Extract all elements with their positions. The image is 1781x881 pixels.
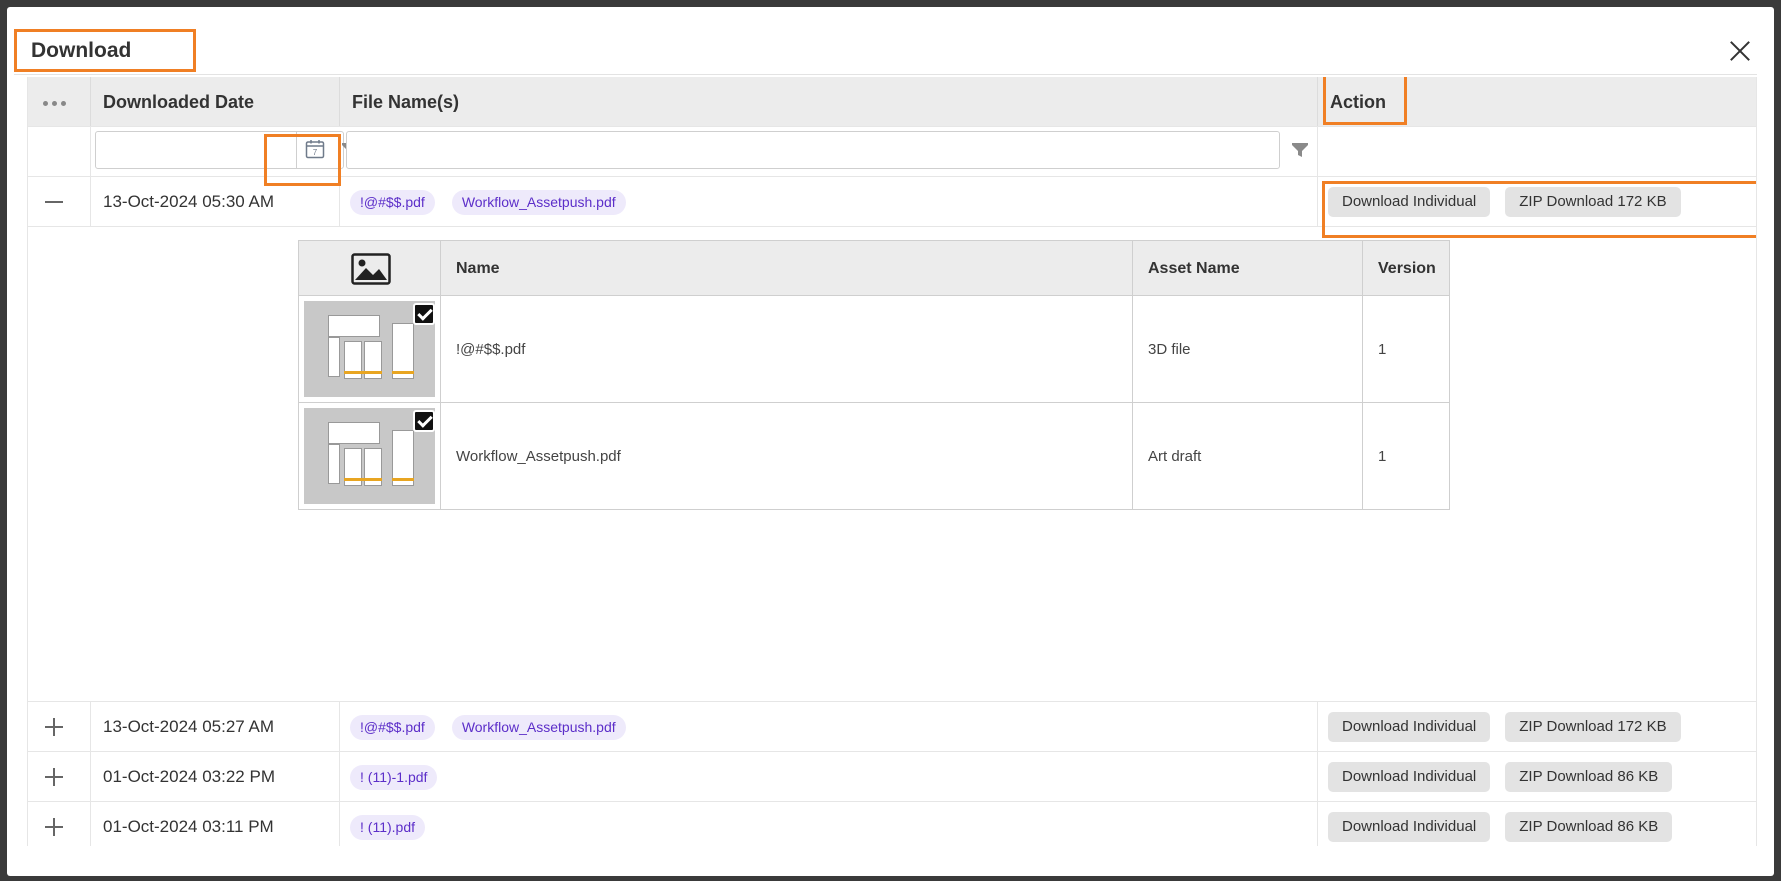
expand-icon[interactable] — [45, 818, 63, 836]
file-chip[interactable]: !@#$$.pdf — [350, 190, 435, 215]
downloaded-date: 13-Oct-2024 05:27 AM — [91, 702, 340, 751]
dialog-title: Download History — [14, 29, 196, 99]
column-header-downloaded-date[interactable]: Downloaded Date — [91, 77, 340, 126]
file-chip[interactable]: ! (11)-1.pdf — [350, 765, 438, 790]
detail-header-asset-name: Asset Name — [1133, 241, 1363, 295]
expand-icon[interactable] — [45, 768, 63, 786]
collapse-icon[interactable] — [45, 193, 63, 211]
close-icon[interactable] — [1730, 41, 1750, 61]
file-chip[interactable]: Workflow_Assetpush.pdf — [451, 190, 626, 215]
file-names: ! (11).pdf — [340, 802, 1318, 846]
column-menu[interactable] — [28, 77, 91, 126]
action-filter-cell — [1318, 127, 1756, 176]
asset-name: Art draft — [1133, 403, 1363, 510]
column-header-action: Action — [1318, 77, 1756, 126]
column-header-action-label: Action — [1330, 92, 1386, 112]
file-chip[interactable]: ! (11).pdf — [350, 815, 425, 840]
asset-name: 3D file — [1133, 296, 1363, 402]
download-individual-button[interactable]: Download Individual — [1328, 187, 1491, 217]
detail-row: Workflow_Assetpush.pdf Art draft 1 — [299, 403, 1449, 510]
detail-header-row: Name Asset Name Version — [299, 241, 1449, 296]
file-names: ! (11)-1.pdf — [340, 752, 1318, 801]
more-options-icon[interactable] — [43, 101, 66, 106]
asset-version: 1 — [1378, 341, 1387, 358]
expand-icon[interactable] — [45, 718, 63, 736]
file-name-filter-funnel-icon[interactable] — [1291, 141, 1309, 159]
file-name-filter-input[interactable] — [346, 131, 1280, 169]
file-chip[interactable]: !@#$$.pdf — [350, 715, 435, 740]
asset-version: 1 — [1378, 448, 1387, 465]
download-history-grid: Downloaded Date File Name(s) Action 7 13… — [27, 77, 1757, 846]
column-header-file-names[interactable]: File Name(s) — [340, 77, 1318, 126]
row-toggle-cell — [28, 177, 91, 226]
download-individual-button[interactable]: Download Individual — [1328, 712, 1491, 742]
calendar-separator — [296, 131, 297, 169]
table-row: 01-Oct-2024 03:11 PM ! (11).pdf Download… — [28, 802, 1756, 846]
row-actions: Download Individual ZIP Download 86 KB — [1318, 752, 1756, 801]
zip-download-button[interactable]: ZIP Download 86 KB — [1505, 812, 1673, 842]
name-filter-cell — [340, 127, 1318, 176]
zip-download-button[interactable]: ZIP Download 172 KB — [1505, 712, 1681, 742]
downloaded-date: 01-Oct-2024 03:11 PM — [91, 802, 340, 846]
row-actions: Download Individual ZIP Download 172 KB — [1318, 177, 1756, 226]
grid-header-row: Downloaded Date File Name(s) Action — [28, 77, 1756, 127]
row-actions: Download Individual ZIP Download 86 KB — [1318, 802, 1756, 846]
row-toggle-cell — [28, 702, 91, 751]
download-individual-button[interactable]: Download Individual — [1328, 812, 1491, 842]
file-names: !@#$$.pdf Workflow_Assetpush.pdf — [340, 702, 1318, 751]
select-checkbox[interactable] — [413, 303, 435, 325]
file-names: !@#$$.pdf Workflow_Assetpush.pdf — [340, 177, 1318, 226]
asset-thumbnail — [304, 408, 435, 504]
svg-text:7: 7 — [313, 148, 318, 157]
thumbnail-cell — [299, 296, 441, 402]
zip-download-button[interactable]: ZIP Download 86 KB — [1505, 762, 1673, 792]
row-detail-panel: Name Asset Name Version !@#$$.pdf 3D fil… — [28, 226, 1756, 702]
table-row: 01-Oct-2024 03:22 PM ! (11)-1.pdf Downlo… — [28, 752, 1756, 802]
calendar-icon[interactable]: 7 — [305, 139, 325, 159]
download-individual-button[interactable]: Download Individual — [1328, 762, 1491, 792]
asset-thumbnail — [304, 301, 435, 397]
detail-header-version: Version — [1378, 260, 1436, 277]
header-divider — [14, 74, 1757, 75]
row-toggle-cell — [28, 752, 91, 801]
downloaded-date: 13-Oct-2024 05:30 AM — [91, 177, 340, 226]
zip-download-button[interactable]: ZIP Download 172 KB — [1505, 187, 1681, 217]
detail-header-name: Name — [441, 241, 1133, 295]
detail-header-image — [299, 241, 441, 295]
table-row: 13-Oct-2024 05:30 AM !@#$$.pdf Workflow_… — [28, 177, 1756, 227]
file-chip[interactable]: Workflow_Assetpush.pdf — [451, 715, 626, 740]
row-toggle-cell — [28, 802, 91, 846]
row-actions: Download Individual ZIP Download 172 KB — [1318, 702, 1756, 751]
filter-cell-empty — [28, 127, 91, 176]
download-history-dialog: Download History Downloaded Date File Na… — [7, 7, 1774, 876]
asset-file-name: Workflow_Assetpush.pdf — [441, 403, 1133, 510]
grid-filter-row: 7 — [28, 127, 1756, 177]
asset-detail-table: Name Asset Name Version !@#$$.pdf 3D fil… — [298, 240, 1450, 510]
image-icon — [351, 253, 391, 285]
asset-file-name: !@#$$.pdf — [441, 296, 1133, 402]
date-filter-cell: 7 — [91, 127, 358, 176]
downloaded-date: 01-Oct-2024 03:22 PM — [91, 752, 340, 801]
table-row: 13-Oct-2024 05:27 AM !@#$$.pdf Workflow_… — [28, 702, 1756, 752]
thumbnail-cell — [299, 403, 441, 510]
select-checkbox[interactable] — [413, 410, 435, 432]
detail-row: !@#$$.pdf 3D file 1 — [299, 296, 1449, 403]
